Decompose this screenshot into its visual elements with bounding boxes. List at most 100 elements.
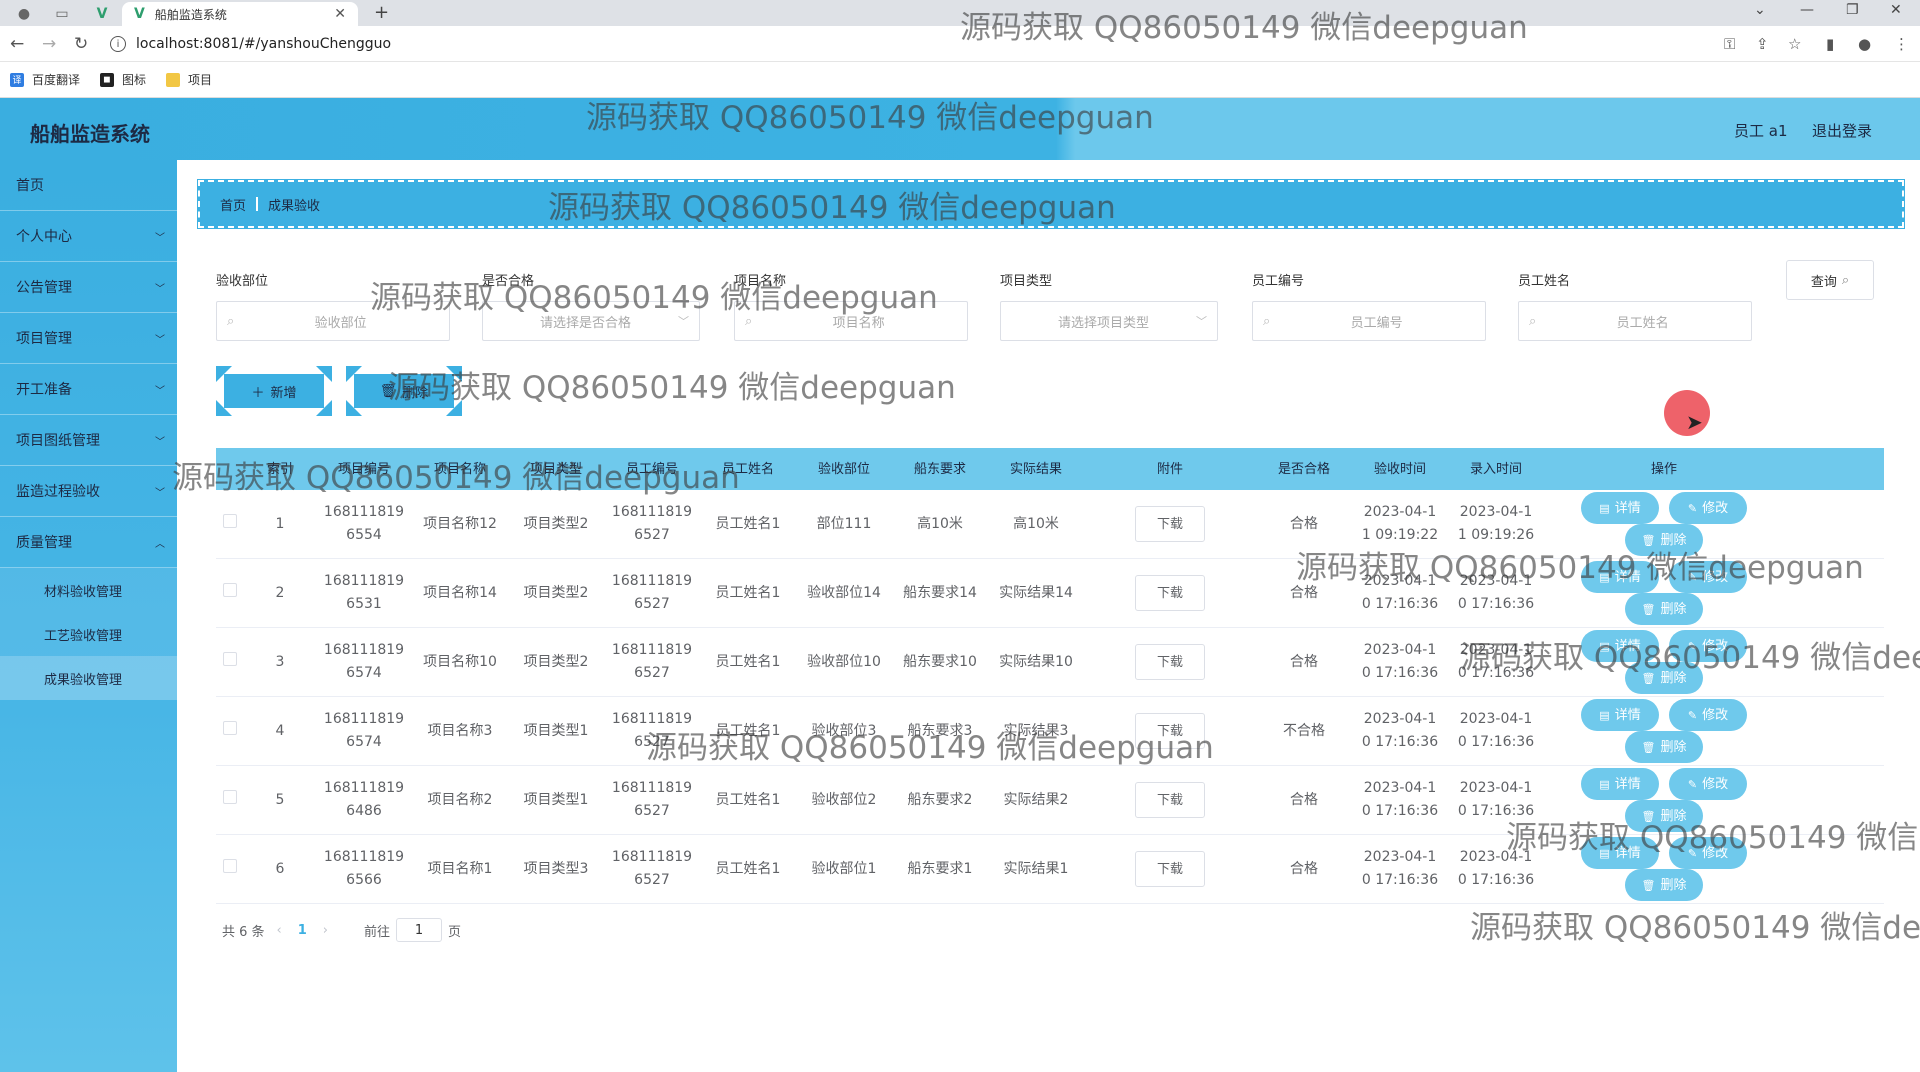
edit-button[interactable]: ✎ 修改 xyxy=(1669,561,1747,593)
sidebar-item-quality[interactable]: 质量管理 ︿ xyxy=(0,517,177,568)
page-number[interactable]: 1 xyxy=(298,923,307,938)
search-icon: ⌕ xyxy=(1841,272,1850,288)
download-button[interactable]: 下载 xyxy=(1135,575,1205,611)
project-type-select[interactable]: 请选择项目类型 ﹀ xyxy=(1000,301,1218,341)
sidebar-item-project[interactable]: 项目管理 ﹀ xyxy=(0,313,177,364)
browser-tab-active[interactable]: V 船舶监造系统 ✕ xyxy=(122,2,358,26)
project-name-input[interactable]: ⌕ 项目名称 xyxy=(734,301,968,341)
chevron-down-icon[interactable]: ⌄ xyxy=(1754,2,1766,18)
restore-icon[interactable]: ❐ xyxy=(1846,2,1859,18)
forward-icon[interactable]: → xyxy=(42,34,56,54)
bookmark-translate[interactable]: 译 百度翻译 xyxy=(10,71,80,88)
row-checkbox[interactable] xyxy=(223,513,237,528)
edit-button[interactable]: ✎ 修改 xyxy=(1669,630,1747,662)
bookmark-folder[interactable]: 项目 xyxy=(166,71,212,88)
cell-operations: ▤ 详情 ✎ 修改 🗑 删除 xyxy=(1544,699,1784,763)
row-checkbox[interactable] xyxy=(223,720,237,735)
filter-ptype: 项目类型 请选择项目类型 ﹀ xyxy=(1000,270,1218,341)
table-row[interactable]: 6 168111819 6566 项目名称1 项目类型3 168111819 6527 员工姓… xyxy=(216,835,1884,904)
employee-name-input[interactable]: ⌕ 员工姓名 xyxy=(1518,301,1752,341)
row-checkbox[interactable] xyxy=(223,789,237,804)
new-tab-icon[interactable]: + xyxy=(374,2,389,23)
sidebar-item-process[interactable]: 监造过程验收 ﹀ xyxy=(0,466,177,517)
download-button[interactable]: 下载 xyxy=(1135,506,1205,542)
sidepanel-icon[interactable]: ▮ xyxy=(1826,35,1834,53)
submenu-item-material[interactable]: 材料验收管理 xyxy=(0,568,177,612)
back-icon[interactable]: ← xyxy=(10,34,24,54)
download-button[interactable]: 下载 xyxy=(1135,782,1205,818)
table-row[interactable]: 4 168111819 6574 项目名称3 项目类型1 168111819 6527 员工姓… xyxy=(216,697,1884,766)
table-row[interactable]: 2 168111819 6531 项目名称14 项目类型2 168111819 6527 员工… xyxy=(216,559,1884,628)
menu-dots-icon[interactable]: ⋮ xyxy=(1894,35,1909,53)
detail-button[interactable]: ▤ 详情 xyxy=(1581,768,1659,800)
reload-icon[interactable]: ↻ xyxy=(74,34,88,54)
cell-text: 2023-04-1 xyxy=(1363,711,1437,727)
next-page-icon[interactable]: › xyxy=(323,923,328,938)
sidebar-item-profile[interactable]: 个人中心 ﹀ xyxy=(0,211,177,262)
sidebar-item-start[interactable]: 开工准备 ﹀ xyxy=(0,364,177,415)
bookmark-icons[interactable]: ◼ 图标 xyxy=(100,71,146,88)
delete-label: 删除 xyxy=(1660,532,1687,548)
close-icon[interactable]: ✕ xyxy=(334,6,346,22)
part-input[interactable]: ⌕ 验收部位 xyxy=(216,301,450,341)
edit-button[interactable]: ✎ 修改 xyxy=(1669,768,1747,800)
blank-tab-icon[interactable]: ▭ xyxy=(42,3,82,25)
delete-button[interactable]: 🗑 删除 xyxy=(1625,800,1703,832)
page-jump-input[interactable]: 1 xyxy=(396,918,443,942)
detail-button[interactable]: ▤ 详情 xyxy=(1581,630,1659,662)
table-row[interactable]: 3 168111819 6574 项目名称10 项目类型2 168111819 6527 员工… xyxy=(216,628,1884,697)
batch-delete-button[interactable]: 🗑 删除 xyxy=(346,366,462,416)
edit-button[interactable]: ✎ 修改 xyxy=(1669,492,1747,524)
edit-button[interactable]: ✎ 修改 xyxy=(1669,837,1747,869)
detail-button[interactable]: ▤ 详情 xyxy=(1581,561,1659,593)
filter-label: 项目类型 xyxy=(1000,274,1053,289)
window-close-icon[interactable]: ✕ xyxy=(1890,2,1902,18)
minimize-icon[interactable]: — xyxy=(1800,2,1814,18)
sidebar-item-notice[interactable]: 公告管理 ﹀ xyxy=(0,262,177,313)
pass-select[interactable]: 请选择是否合格 ﹀ xyxy=(482,301,700,341)
delete-button[interactable]: 🗑 删除 xyxy=(1625,869,1703,901)
add-button[interactable]: ＋ 新增 xyxy=(216,366,332,416)
page-unit: 页 xyxy=(448,924,462,940)
star-icon[interactable]: ☆ xyxy=(1788,35,1801,53)
submenu-item-craft[interactable]: 工艺验收管理 xyxy=(0,612,177,656)
delete-button[interactable]: 🗑 删除 xyxy=(1625,731,1703,763)
sidebar-item-label: 项目管理 xyxy=(16,331,72,347)
employee-no-input[interactable]: ⌕ 员工编号 xyxy=(1252,301,1486,341)
table-row[interactable]: 1 168111819 6554 项目名称12 项目类型2 168111819 6527 员工… xyxy=(216,490,1884,559)
detail-button[interactable]: ▤ 详情 xyxy=(1581,837,1659,869)
key-icon[interactable]: ⚿ xyxy=(1724,35,1735,53)
query-button[interactable]: 查询 ⌕ xyxy=(1786,260,1874,300)
cell-index: 6 xyxy=(244,858,316,881)
table-row[interactable]: 5 168111819 6486 项目名称2 项目类型1 168111819 6527 员工姓… xyxy=(216,766,1884,835)
row-checkbox[interactable] xyxy=(223,651,237,666)
info-icon[interactable]: i xyxy=(110,36,126,52)
download-button[interactable]: 下载 xyxy=(1135,713,1205,749)
detail-button[interactable]: ▤ 详情 xyxy=(1581,699,1659,731)
prev-page-icon[interactable]: ‹ xyxy=(277,923,282,938)
cell-operations: ▤ 详情 ✎ 修改 🗑 删除 xyxy=(1544,768,1784,832)
sidebar-item-drawings[interactable]: 项目图纸管理 ﹀ xyxy=(0,415,177,466)
download-button[interactable]: 下载 xyxy=(1135,851,1205,887)
delete-button[interactable]: 🗑 删除 xyxy=(1625,662,1703,694)
share-icon[interactable]: ⇪ xyxy=(1756,35,1769,53)
profile-icon[interactable]: ● xyxy=(1858,35,1871,53)
submenu-item-result[interactable]: 成果验收管理 xyxy=(0,656,177,700)
delete-button[interactable]: 🗑 删除 xyxy=(1625,593,1703,625)
github-tab-icon[interactable]: ● xyxy=(4,3,44,25)
sidebar-item-home[interactable]: 首页 xyxy=(0,160,177,211)
delete-button[interactable]: 🗑 删除 xyxy=(1625,524,1703,556)
cell-project-type: 项目类型2 xyxy=(508,582,604,605)
logout-link[interactable]: 退出登录 xyxy=(1812,120,1872,141)
row-checkbox[interactable] xyxy=(223,858,237,873)
url-field[interactable]: i localhost:8081/#/yanshouChengguo xyxy=(110,32,1710,56)
cell-entry-time: 2023-04-1 1 09:19:26 xyxy=(1448,501,1544,547)
row-checkbox[interactable] xyxy=(223,582,237,597)
detail-button[interactable]: ▤ 详情 xyxy=(1581,492,1659,524)
download-button[interactable]: 下载 xyxy=(1135,644,1205,680)
edit-button[interactable]: ✎ 修改 xyxy=(1669,699,1747,731)
breadcrumb-home[interactable]: 首页 xyxy=(220,195,246,214)
vue-tab-icon[interactable]: V xyxy=(82,3,122,25)
cell-employee-name: 员工姓名1 xyxy=(700,651,796,674)
cell-text: 6566 xyxy=(346,872,382,888)
